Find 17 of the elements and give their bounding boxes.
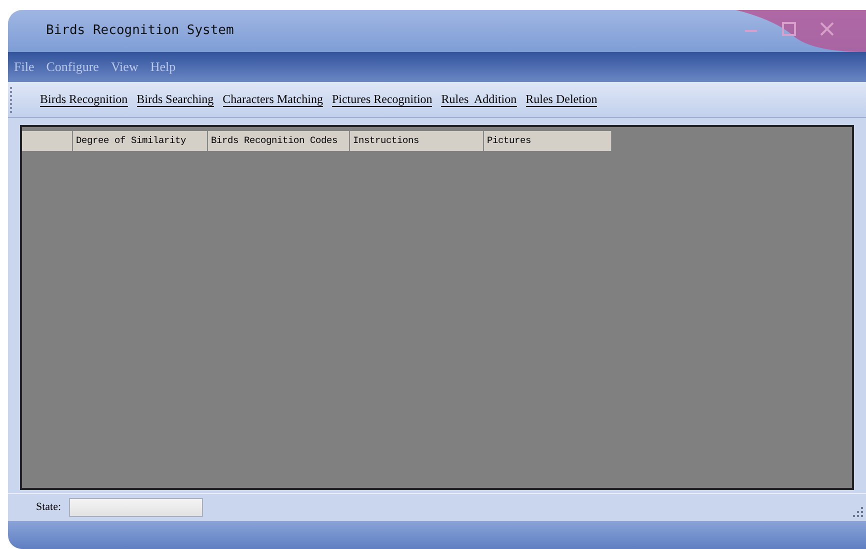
toolbar-link[interactable]: Rules Deletion bbox=[526, 92, 598, 107]
column-header[interactable]: Degree of Similarity bbox=[73, 131, 208, 151]
toolbar-link[interactable]: Pictures Recognition bbox=[332, 92, 432, 107]
column-header[interactable]: Instructions bbox=[350, 131, 484, 151]
maximize-icon[interactable] bbox=[782, 22, 796, 36]
state-field[interactable] bbox=[69, 498, 204, 517]
resize-grip-icon[interactable] bbox=[852, 506, 864, 518]
grip-icon[interactable] bbox=[10, 86, 13, 112]
column-header[interactable]: Pictures bbox=[484, 131, 612, 151]
status-label: State: bbox=[36, 500, 62, 516]
window-title: Birds Recognition System bbox=[46, 22, 234, 40]
column-header[interactable]: Birds Recognition Codes bbox=[208, 131, 350, 151]
toolbar-link[interactable]: Birds Recognition bbox=[40, 92, 128, 107]
toolbar-link[interactable]: Characters Matching bbox=[222, 92, 323, 107]
toolbar-link[interactable]: Rules Addition bbox=[441, 92, 517, 107]
close-icon[interactable] bbox=[820, 22, 834, 36]
toolbar-link[interactable]: Birds Searching bbox=[136, 92, 214, 107]
